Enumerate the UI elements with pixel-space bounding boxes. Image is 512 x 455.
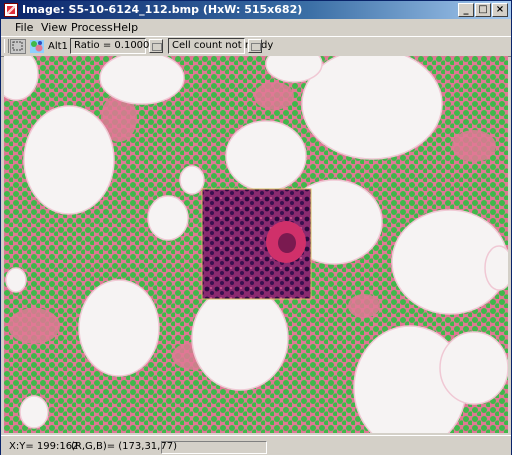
menu-help[interactable]: Help bbox=[113, 21, 138, 34]
menu-bar: File View Process Help bbox=[1, 19, 511, 35]
close-button[interactable]: × bbox=[492, 3, 508, 17]
menu-view[interactable]: View bbox=[41, 21, 67, 34]
menu-process[interactable]: Process bbox=[71, 21, 113, 34]
menu-file[interactable]: File bbox=[15, 21, 33, 34]
bone-marrow-image[interactable] bbox=[4, 56, 508, 433]
select-tool-icon[interactable] bbox=[10, 39, 26, 54]
toolbar-grip[interactable] bbox=[4, 39, 9, 53]
app-image-icon bbox=[4, 3, 18, 17]
title-bar[interactable]: Image: S5-10-6124_112.bmp (HxW: 515x682)… bbox=[1, 1, 511, 19]
ratio-button[interactable] bbox=[149, 39, 163, 53]
cell-count-field: Cell count not ready bbox=[168, 38, 273, 54]
cursor-coordinates: X:Y= 199:162 bbox=[9, 441, 79, 452]
status-bar: X:Y= 199:162 (R,G,B)= (173,31,77) bbox=[1, 435, 511, 455]
window-title: Image: S5-10-6124_112.bmp (HxW: 515x682) bbox=[22, 3, 303, 16]
minimize-button[interactable]: _ bbox=[458, 3, 474, 17]
maximize-button[interactable]: □ bbox=[475, 3, 491, 17]
alt-image-icon[interactable] bbox=[29, 39, 45, 54]
image-canvas[interactable] bbox=[4, 56, 508, 433]
ratio-field: Ratio = 0.100011 bbox=[70, 38, 162, 54]
progress-bar bbox=[161, 441, 267, 454]
cell-count-button[interactable] bbox=[248, 39, 262, 53]
image-window: Image: S5-10-6124_112.bmp (HxW: 515x682)… bbox=[0, 0, 512, 455]
toolbar: Alt1 Ratio = 0.100011 Cell count not rea… bbox=[1, 36, 511, 57]
alt-label: Alt1 bbox=[48, 41, 68, 52]
